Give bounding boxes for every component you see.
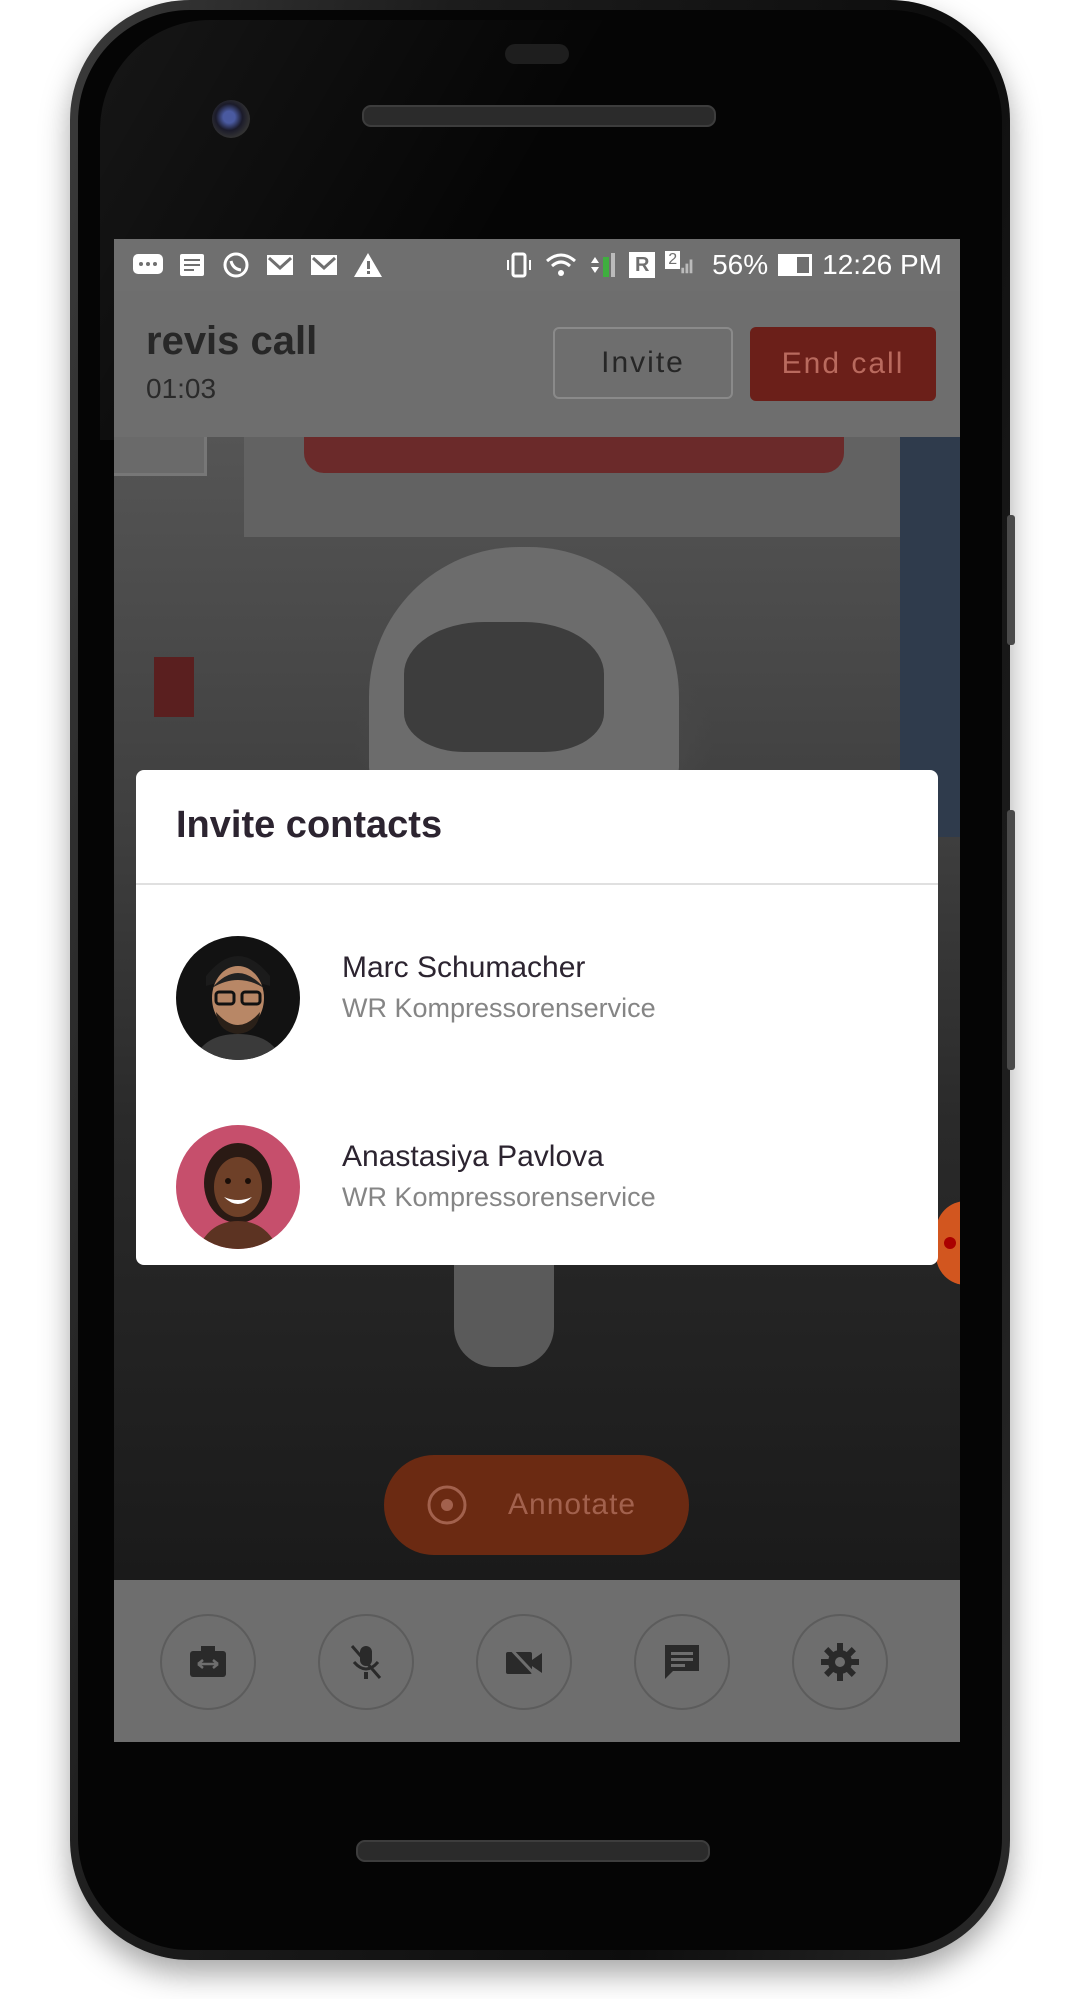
video-off-icon: [506, 1644, 542, 1682]
mute-button[interactable]: [318, 1614, 414, 1710]
roaming-badge: R: [629, 252, 656, 278]
video-gear: [404, 622, 604, 752]
video-sticker: [114, 437, 207, 476]
clock: 12:26 PM: [822, 249, 942, 280]
mail-icon: [267, 255, 293, 275]
end-call-button[interactable]: End call: [750, 327, 936, 401]
video-shaft: [454, 1257, 554, 1367]
chat-icon: [665, 1645, 699, 1679]
vibrate-icon: [507, 252, 532, 278]
signal-icon: [591, 253, 616, 277]
power-button: [1007, 515, 1015, 645]
bottom-speaker-grille: [356, 1840, 710, 1862]
status-bar: R 2 56% 12:26 PM: [114, 239, 960, 291]
call-header: revis call 01:03 Invite End call: [114, 291, 960, 437]
avatar-marc: [176, 936, 300, 1060]
mail-icon: [311, 255, 337, 275]
settings-icon: [821, 1643, 859, 1681]
target-icon: [427, 1485, 467, 1525]
battery-percent: 56%: [712, 249, 769, 280]
proximity-sensor: [505, 44, 569, 64]
wifi-icon: [546, 253, 577, 276]
system-status: R 2 56% 12:26 PM: [503, 249, 942, 281]
contact-name: Anastasiya Pavlova: [342, 1140, 604, 1173]
annotate-label: Annotate: [508, 1488, 637, 1521]
sim-signal: 2: [665, 251, 702, 279]
invite-button[interactable]: Invite: [553, 327, 733, 399]
video-toggle-button[interactable]: [476, 1614, 572, 1710]
contact-company: WR Kompressorenservice: [342, 993, 656, 1023]
contact-item[interactable]: Marc Schumacher WR Kompressorenservice: [136, 917, 938, 1067]
avatar: [176, 936, 300, 1060]
call-title: revis call: [146, 319, 318, 363]
notification-icons: [132, 251, 384, 279]
contact-item[interactable]: Anastasiya Pavlova WR Kompressorenservic…: [136, 1106, 938, 1256]
dialog-title: Invite contacts: [176, 804, 443, 846]
video-red-panel: [304, 437, 844, 473]
switch-camera-icon: [190, 1646, 226, 1677]
top-speaker-grille: [362, 105, 716, 127]
dialog-divider: [136, 883, 938, 885]
settings-button[interactable]: [792, 1614, 888, 1710]
mic-off-icon: [350, 1645, 382, 1679]
annotate-button[interactable]: Annotate: [384, 1455, 689, 1555]
front-camera: [212, 100, 250, 138]
whatsapp-icon: [223, 252, 249, 278]
battery-icon: [778, 254, 813, 276]
video-red-switch: [154, 657, 194, 717]
contact-name: Marc Schumacher: [342, 951, 586, 984]
contact-company: WR Kompressorenservice: [342, 1182, 656, 1212]
sim-badge: 2: [665, 251, 681, 269]
invite-contacts-dialog: Invite contacts Marc Schumacher WR Kompr…: [136, 770, 938, 1265]
volume-button: [1007, 810, 1015, 1070]
signal-bars-icon: [681, 259, 693, 274]
messages-icon: [133, 254, 163, 274]
call-toolbar: [114, 1580, 960, 1742]
avatar: [176, 1125, 300, 1249]
avatar-anastasiya: [176, 1125, 300, 1249]
switch-camera-button[interactable]: [160, 1614, 256, 1710]
call-timer: 01:03: [146, 373, 217, 404]
warning-icon: [354, 253, 382, 277]
chat-button[interactable]: [634, 1614, 730, 1710]
screen: R 2 56% 12:26 PM revis call 01:03 Invite…: [114, 239, 960, 1742]
news-icon: [180, 254, 204, 276]
